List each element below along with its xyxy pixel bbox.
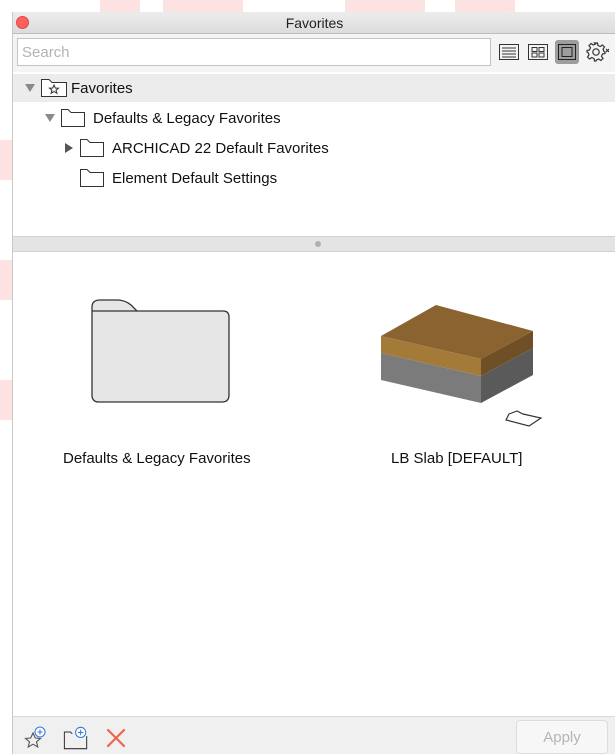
grid-view-icon bbox=[528, 44, 548, 60]
preview-view-button[interactable] bbox=[555, 40, 579, 64]
tree-item-label: Element Default Settings bbox=[112, 169, 278, 187]
favorite-item-label: LB Slab [DEFAULT] bbox=[391, 450, 523, 467]
tree-item-favorites[interactable]: Favorites bbox=[13, 74, 615, 102]
favorite-item-lb-slab[interactable]: LB Slab [DEFAULT] bbox=[368, 292, 568, 472]
folder-icon bbox=[80, 139, 104, 157]
grid-view-button[interactable] bbox=[526, 40, 550, 64]
tree-item-element-default-settings[interactable]: Element Default Settings bbox=[13, 164, 277, 192]
list-view-icon bbox=[499, 44, 519, 60]
tree-item-label: ARCHICAD 22 Default Favorites bbox=[112, 139, 329, 157]
new-favorite-icon bbox=[24, 726, 46, 749]
background-decoration bbox=[163, 0, 243, 12]
tree-item-defaults-legacy[interactable]: Defaults & Legacy Favorites bbox=[13, 104, 281, 132]
window-title: Favorites bbox=[285, 15, 344, 31]
search-input[interactable] bbox=[17, 38, 491, 66]
delete-button[interactable] bbox=[103, 725, 129, 751]
folder-icon bbox=[80, 169, 104, 187]
favorites-tree: Favorites Defaults & Legacy Favorites AR… bbox=[13, 72, 615, 240]
background-decoration bbox=[0, 260, 12, 300]
disclosure-triangle-icon[interactable] bbox=[43, 113, 57, 123]
settings-button[interactable] bbox=[585, 40, 615, 64]
background-decoration bbox=[455, 0, 515, 12]
disclosure-triangle-icon[interactable] bbox=[62, 142, 76, 154]
new-folder-icon bbox=[63, 726, 88, 750]
bottom-bar: Apply bbox=[13, 716, 615, 754]
new-favorite-button[interactable] bbox=[23, 725, 49, 751]
favorites-window: Favorites Search Favorites Defaults & Le… bbox=[12, 12, 615, 754]
list-view-button[interactable] bbox=[497, 40, 521, 64]
preview-view-icon bbox=[558, 44, 576, 60]
favorite-item-label: Defaults & Legacy Favorites bbox=[63, 450, 251, 467]
background-decoration bbox=[0, 140, 12, 180]
splitter-handle[interactable] bbox=[315, 241, 321, 247]
slab-preview-icon bbox=[381, 305, 543, 427]
apply-button[interactable]: Apply bbox=[516, 720, 608, 754]
disclosure-triangle-icon[interactable] bbox=[23, 83, 37, 93]
favorites-preview-area: Defaults & Legacy Favorites LB Slab [DEF… bbox=[13, 252, 615, 716]
folder-large-icon bbox=[91, 299, 230, 403]
star-folder-icon bbox=[41, 79, 67, 97]
folder-icon bbox=[61, 109, 85, 127]
tree-item-archicad-22[interactable]: ARCHICAD 22 Default Favorites bbox=[13, 134, 329, 162]
tree-item-label: Favorites bbox=[71, 79, 133, 97]
favorite-item-defaults-legacy[interactable]: Defaults & Legacy Favorites bbox=[53, 282, 273, 472]
background-decoration bbox=[0, 380, 12, 420]
gear-icon bbox=[586, 42, 609, 62]
background-decoration bbox=[100, 0, 140, 12]
delete-icon bbox=[106, 728, 126, 748]
title-bar[interactable]: Favorites bbox=[13, 12, 615, 34]
new-folder-button[interactable] bbox=[63, 725, 89, 751]
tree-item-label: Defaults & Legacy Favorites bbox=[93, 109, 281, 127]
background-decoration bbox=[345, 0, 425, 12]
pane-splitter[interactable] bbox=[13, 236, 615, 252]
